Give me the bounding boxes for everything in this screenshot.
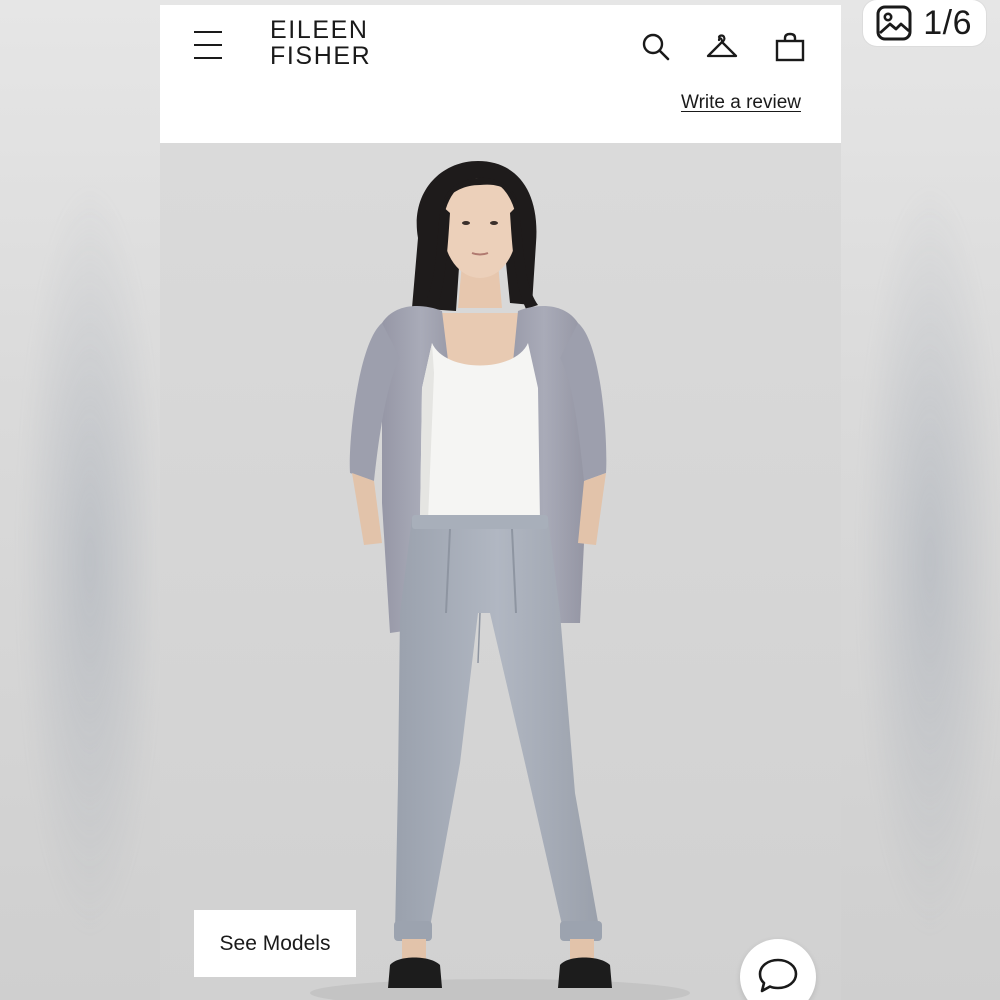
brand-logo-line2: FISHER — [270, 42, 372, 70]
product-page-screenshot: EILEEN FISHER Write a review See Models — [160, 5, 841, 1000]
search-icon[interactable] — [638, 29, 674, 65]
image-counter[interactable]: 1/6 — [863, 0, 986, 46]
site-header: EILEEN FISHER Write a review — [160, 5, 841, 143]
write-review-link[interactable]: Write a review — [681, 92, 801, 114]
image-counter-text: 1/6 — [923, 3, 972, 42]
image-gallery-icon — [875, 4, 913, 42]
blurred-background-figure — [860, 180, 1000, 940]
hamburger-menu-icon[interactable] — [190, 27, 230, 63]
model-photo — [160, 143, 841, 1000]
hanger-icon[interactable] — [704, 29, 740, 65]
see-models-button[interactable]: See Models — [194, 910, 356, 977]
blurred-background-figure — [20, 180, 160, 940]
chat-bubble-icon — [757, 957, 799, 1000]
product-image[interactable] — [160, 143, 841, 1000]
brand-logo[interactable]: EILEEN FISHER — [270, 17, 371, 69]
brand-logo-line1: EILEEN — [270, 16, 369, 44]
shopping-bag-icon[interactable] — [772, 29, 808, 65]
